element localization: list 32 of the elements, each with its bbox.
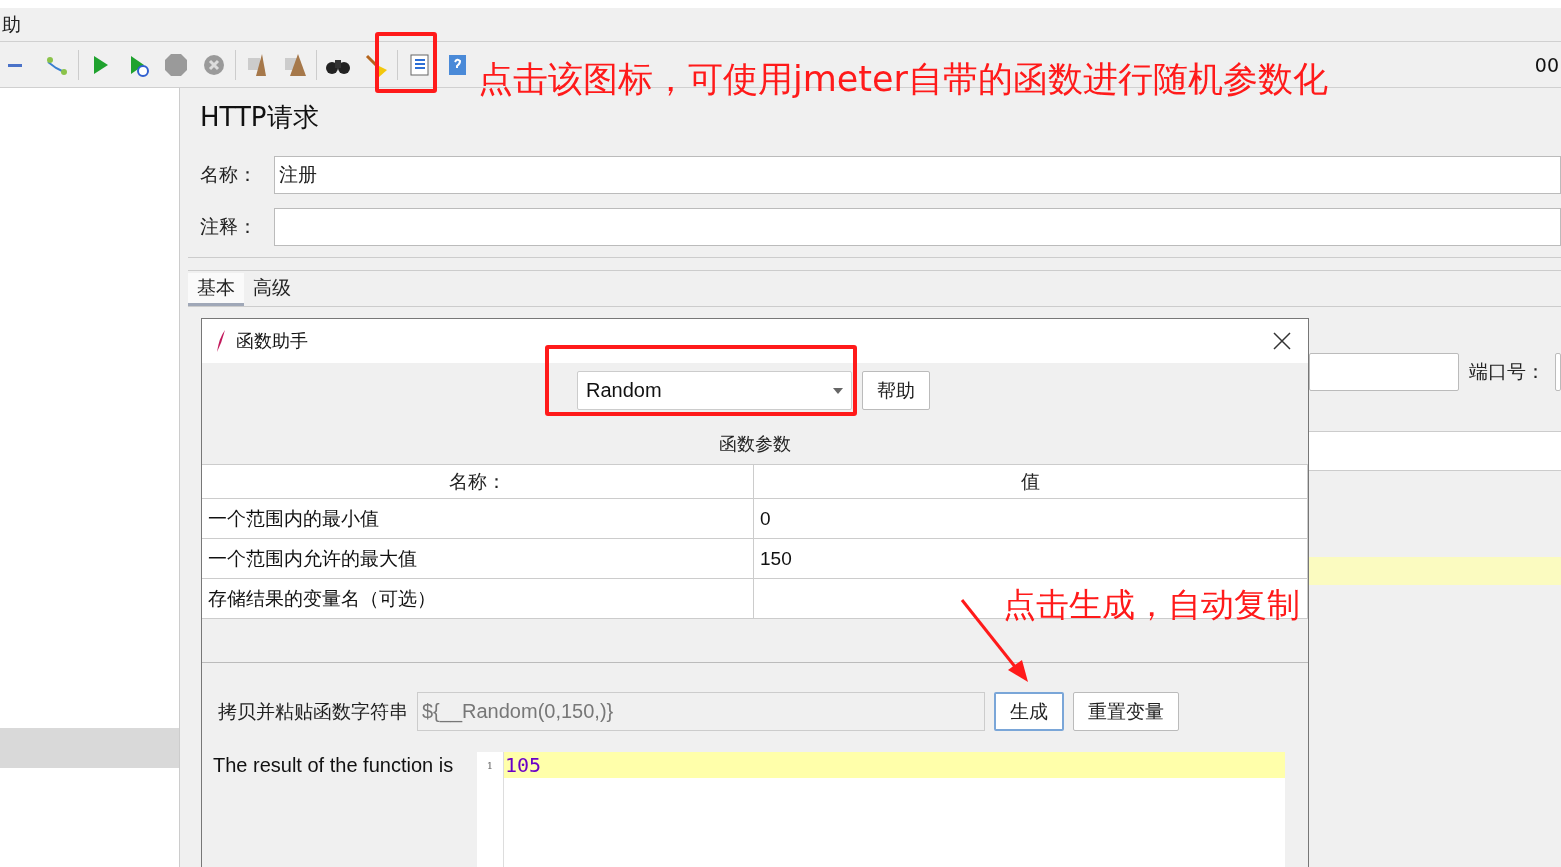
- table-cell: 150: [754, 539, 1308, 579]
- annotation-text: 点击该图标，可使用jmeter自带的函数进行随机参数化: [478, 58, 1328, 101]
- annotation-text: 点击生成，自动复制: [1003, 584, 1300, 626]
- table-cell: 一个范围内允许的最大值: [202, 539, 754, 579]
- panel-title: HTTP请求: [200, 101, 320, 134]
- caret-icon: [833, 387, 843, 394]
- action-button[interactable]: 生成: [994, 692, 1064, 731]
- table-cell: 存储结果的变量名（可选）: [202, 579, 754, 619]
- highlight-frame: [375, 32, 437, 93]
- help-button[interactable]: 帮助: [862, 371, 930, 410]
- result-label: The result of the function is: [213, 754, 455, 778]
- table-cell: 一个范围内的最小值: [202, 499, 754, 539]
- function-string-field[interactable]: ${__Random(0,150,)}: [417, 692, 985, 731]
- stop-icon[interactable]: [163, 51, 189, 78]
- field-label: 名称：: [200, 162, 258, 187]
- action-button[interactable]: 重置变量: [1073, 692, 1179, 731]
- timer-text: 00: [1534, 53, 1559, 76]
- field-label: 拷贝并粘贴函数字符串: [218, 698, 408, 724]
- column-header: 名称：: [202, 465, 754, 499]
- tab[interactable]: 基本: [188, 273, 244, 306]
- field-label: 注释：: [200, 214, 258, 239]
- tab[interactable]: 高级: [244, 273, 300, 306]
- column-header: 值: [754, 465, 1308, 499]
- dialog-title: 函数助手: [236, 329, 308, 353]
- feather-icon: [216, 330, 226, 352]
- function-dropdown[interactable]: Random: [577, 371, 852, 410]
- section-title: 函数参数: [718, 432, 792, 456]
- input-field[interactable]: 注册: [274, 156, 1561, 194]
- port-label: 端口号：: [1469, 359, 1545, 384]
- menu-item[interactable]: 助: [0, 11, 23, 38]
- table-cell: 0: [754, 499, 1308, 539]
- line-number: 1: [485, 758, 495, 773]
